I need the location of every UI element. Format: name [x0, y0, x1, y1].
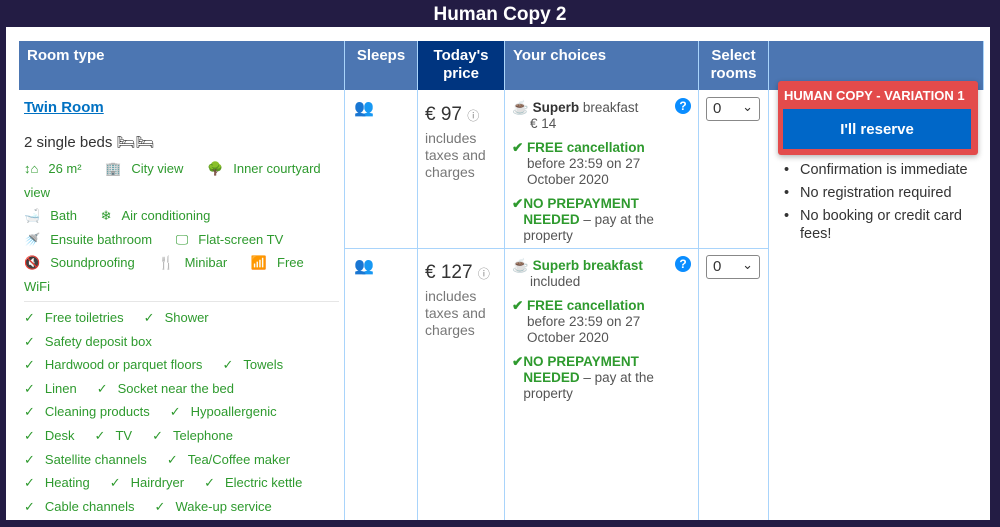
reserve-button[interactable]: I'll reserve: [783, 109, 971, 149]
breakfast-title: Superb breakfast: [532, 258, 643, 273]
price: € 97: [425, 104, 462, 125]
header-select: Select rooms: [699, 41, 769, 90]
help-icon[interactable]: ?: [675, 98, 691, 114]
header-room-type: Room type: [19, 41, 345, 90]
breakfast-title: Superb: [532, 100, 580, 115]
price: € 127: [425, 262, 473, 283]
variation-label: HUMAN COPY - VARIATION 1: [784, 88, 965, 103]
reserve-benefit: No registration required: [780, 184, 980, 202]
breakfast-price: € 14: [530, 116, 557, 131]
sleeps-icon: 👥: [354, 258, 374, 275]
room-table: Room type Sleeps Today's price Your choi…: [6, 27, 990, 520]
header-price: Today's price: [418, 41, 505, 90]
price-note: includes taxes and charges: [425, 288, 486, 338]
help-icon[interactable]: ?: [675, 256, 691, 272]
window-title: Human Copy 2: [433, 4, 567, 25]
cancel-text: before 23:59 on 27 October 2020: [526, 314, 641, 345]
sleeps-icon: 👥: [354, 100, 374, 117]
coffee-icon: ☕: [512, 100, 529, 115]
cancel-text: before 23:59 on 27 October 2020: [526, 156, 641, 187]
room-quantity-select[interactable]: 0 ⌄: [706, 255, 760, 279]
check-icon: ✔: [512, 298, 524, 313]
reserve-benefit: Confirmation is immediate: [780, 161, 980, 179]
variation-box: HUMAN COPY - VARIATION 1 I'll reserve: [778, 81, 978, 155]
cancel-title: FREE cancellation: [526, 298, 645, 313]
price-note: includes taxes and charges: [425, 130, 486, 180]
header-choices: Your choices: [505, 41, 699, 90]
info-icon[interactable]: ⓘ: [478, 267, 490, 281]
check-icon: ✔: [512, 140, 524, 155]
chevron-down-icon: ⌄: [742, 99, 753, 114]
check-icon: ✔: [512, 196, 524, 211]
cancel-title: FREE cancellation: [526, 140, 645, 155]
coffee-icon: ☕: [512, 258, 529, 273]
header-sleeps: Sleeps: [345, 41, 418, 90]
info-icon[interactable]: ⓘ: [467, 109, 479, 123]
amenity-line: ✓Laptop safe✓Wardrobe or closet: [24, 518, 339, 520]
chevron-down-icon: ⌄: [742, 257, 753, 272]
reserve-benefit: No booking or credit card fees!: [780, 207, 980, 243]
room-quantity-select[interactable]: 0 ⌄: [706, 97, 760, 121]
breakfast-price: included: [530, 274, 581, 289]
check-icon: ✔: [512, 354, 524, 369]
